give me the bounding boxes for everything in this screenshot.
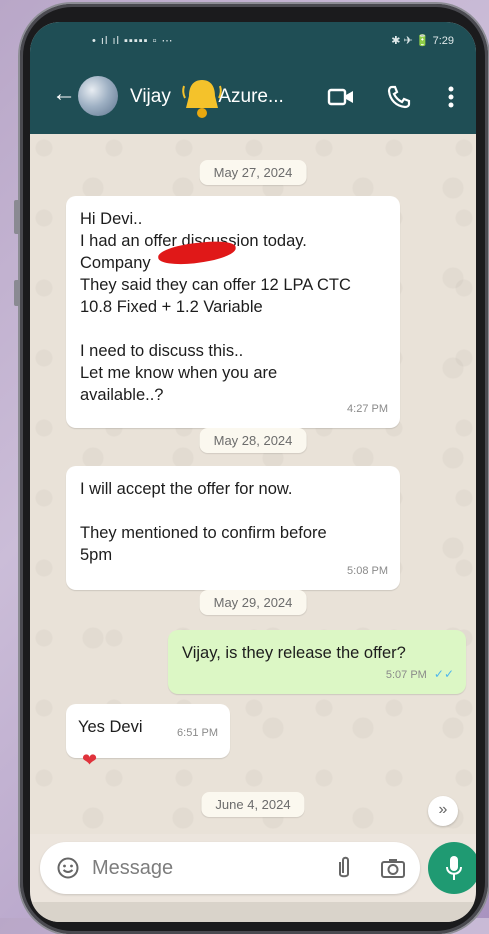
message-time: 5:08 PM [347, 565, 388, 577]
message-line [80, 318, 386, 340]
message-line: Let me know when you are [80, 364, 278, 382]
date-separator: May 28, 2024 [199, 428, 307, 453]
message-input-bar[interactable]: Message [40, 842, 420, 894]
mic-button[interactable] [428, 842, 476, 894]
message-line: Company [80, 254, 151, 272]
camera-icon[interactable] [380, 856, 406, 880]
message-line: 5pm [80, 546, 113, 564]
message-line: They said they can offer 12 LPA CTC [80, 276, 351, 294]
message-line: They mentioned to confirm before [80, 524, 327, 542]
message-line: I will accept the offer for now. [80, 480, 293, 498]
message-line [80, 500, 386, 522]
contact-name: Vijay [130, 86, 171, 107]
voice-call-icon[interactable] [384, 82, 414, 112]
message-input[interactable]: Message [92, 857, 173, 880]
heart-reaction-icon: ❤ [82, 750, 98, 770]
mic-icon [446, 856, 462, 880]
bell-icon [182, 80, 222, 118]
status-bar-left: • ıl ıl ▪▪▪▪▪ ▫ ⋯ [92, 35, 174, 47]
message-time: 5:07 PM [385, 669, 427, 681]
power-button [14, 280, 20, 306]
message-line: I need to discuss this.. [80, 342, 244, 360]
status-bar-right: ✱ ✈ 🔋 7:29 [391, 35, 454, 47]
system-nav-bar [30, 902, 476, 922]
message-list[interactable]: May 27, 2024 Hi Devi.. I had an offer di… [30, 134, 476, 834]
status-bar: • ıl ıl ▪▪▪▪▪ ▫ ⋯ ✱ ✈ 🔋 7:29 [30, 22, 476, 60]
message-line: 10.8 Fixed + 1.2 Variable [80, 298, 263, 316]
more-options-icon[interactable] [436, 82, 466, 112]
chat-screen: • ıl ıl ▪▪▪▪▪ ▫ ⋯ ✱ ✈ 🔋 7:29 ← Vijay Azu… [30, 22, 476, 922]
message-line: available..? [80, 386, 164, 404]
message-line: Hi Devi.. [80, 210, 143, 228]
read-ticks-icon: ✓✓ [433, 667, 454, 681]
date-separator: May 29, 2024 [199, 590, 307, 615]
message-time-block: 5:07 PM ✓✓ [386, 663, 454, 686]
volume-button [14, 200, 20, 234]
message-line: Vijay, is they release the offer? [182, 644, 406, 662]
message-time: 4:27 PM [347, 403, 388, 415]
back-arrow-icon[interactable]: ← [52, 80, 76, 108]
date-separator: May 27, 2024 [199, 160, 307, 185]
video-call-icon[interactable] [326, 82, 356, 112]
message-bubble-incoming[interactable]: I will accept the offer for now. They me… [66, 466, 400, 590]
chat-header: ← Vijay Azure... [30, 60, 476, 134]
contact-suffix: Azure... [218, 86, 284, 107]
message-bubble-incoming[interactable]: Hi Devi.. I had an offer discussion toda… [66, 196, 400, 428]
scroll-down-button[interactable]: » [428, 796, 458, 826]
date-separator: June 4, 2024 [201, 792, 305, 817]
message-bubble-outgoing[interactable]: Vijay, is they release the offer? 5:07 P… [168, 630, 466, 694]
emoji-icon[interactable] [56, 856, 80, 880]
avatar[interactable] [78, 76, 118, 116]
message-time: 6:51 PM [177, 727, 218, 739]
attach-icon[interactable] [334, 855, 354, 881]
